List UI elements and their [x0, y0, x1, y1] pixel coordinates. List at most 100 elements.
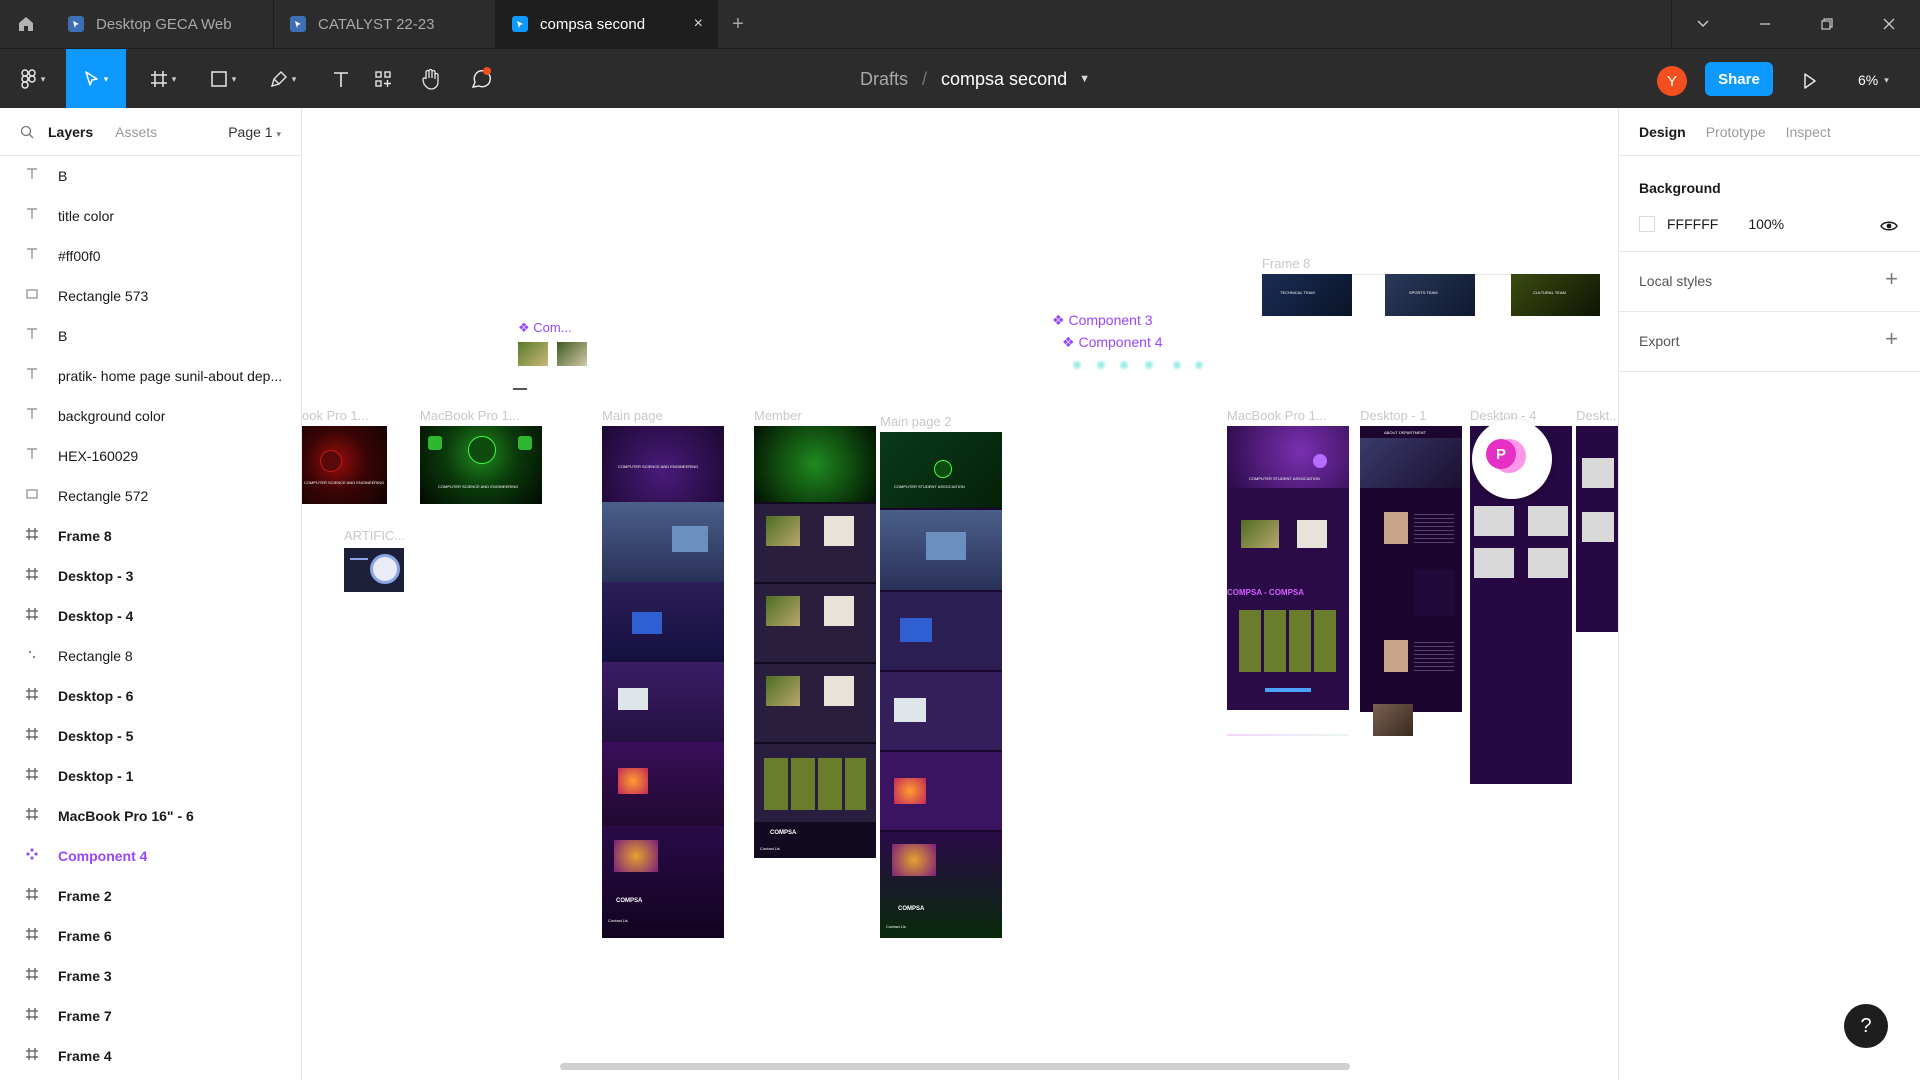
horizontal-scrollbar[interactable]	[560, 1063, 1350, 1070]
placeholder-box	[1528, 548, 1568, 578]
move-tool-button[interactable]: ▾	[66, 49, 126, 109]
close-tab-icon[interactable]: ×	[694, 15, 703, 33]
tab-desktop-geca-web[interactable]: Desktop GECA Web	[52, 0, 274, 48]
tab-layers[interactable]: Layers	[48, 124, 93, 140]
eye-icon[interactable]	[1880, 220, 1898, 232]
frame-desktop-1[interactable]: ABOUT DEPARTMENT	[1360, 426, 1462, 712]
team-card-technical[interactable]: TECHNICAL TEAM	[1262, 274, 1352, 316]
layer-row[interactable]: Component 4	[0, 836, 301, 876]
layer-name: Rectangle 573	[58, 288, 149, 304]
frame-artific[interactable]	[344, 548, 404, 592]
minimize-button[interactable]	[1734, 0, 1796, 48]
share-button[interactable]: Share	[1705, 62, 1773, 96]
layer-row[interactable]: Frame 4	[0, 1036, 301, 1076]
frame-hash-icon	[150, 71, 167, 87]
restore-button[interactable]	[1796, 0, 1858, 48]
layer-row[interactable]: Desktop - 6	[0, 676, 301, 716]
text-tool-button[interactable]	[318, 49, 364, 109]
vector-layer-icon	[24, 647, 40, 665]
layer-row[interactable]: HEX-160029	[0, 436, 301, 476]
layer-row[interactable]: B	[0, 156, 301, 196]
layer-row[interactable]: pratik- home page sunil-about dep...	[0, 356, 301, 396]
frame-member[interactable]: COMPSA Contact Us	[754, 426, 876, 858]
design-canvas[interactable]: ❖ Com... ook Pro 1... COMPUTER SCIENCE A…	[302, 108, 1618, 1080]
layer-row[interactable]: Frame 6	[0, 916, 301, 956]
frame-main-page-2[interactable]: COMPUTER STUDENT ASSOCIATION COMPSA Cont…	[880, 432, 1002, 938]
new-tab-button[interactable]: +	[718, 0, 758, 48]
help-button[interactable]: ?	[1844, 1004, 1888, 1048]
member-photo	[824, 596, 854, 626]
background-section: Background FFFFFF 100%	[1619, 156, 1920, 252]
layer-row[interactable]: background color	[0, 396, 301, 436]
layer-list: Btitle color #ff00f0 Rectangle 573 Bpratik-…	[0, 156, 301, 1076]
member-photo	[766, 596, 800, 626]
tab-inspect[interactable]: Inspect	[1786, 124, 1831, 140]
text-lines	[1414, 514, 1454, 544]
component-instance[interactable]	[518, 342, 548, 366]
comment-tool-button[interactable]	[458, 49, 504, 109]
layer-row[interactable]: Frame 2	[0, 876, 301, 916]
background-hex[interactable]: FFFFFF	[1667, 216, 1718, 232]
layer-row[interactable]: Frame 3	[0, 956, 301, 996]
team-card-sports[interactable]: SPORTS TEAM	[1385, 274, 1475, 316]
frame-macbook-red[interactable]: COMPUTER SCIENCE AND ENGINEERING	[302, 426, 387, 504]
pen-tool-button[interactable]: ▾	[260, 49, 306, 109]
frame-main-page[interactable]: COMPUTER SCIENCE AND ENGINEERING COMPSA …	[602, 426, 724, 938]
tab-catalyst[interactable]: CATALYST 22-23	[274, 0, 496, 48]
group-photo	[926, 532, 966, 560]
frame-layer-icon	[24, 1007, 40, 1025]
layer-row[interactable]: Desktop - 4	[0, 596, 301, 636]
add-export-icon[interactable]: +	[1885, 326, 1898, 352]
file-name[interactable]: compsa second	[941, 69, 1067, 90]
section-technical	[880, 592, 1002, 670]
rectangle-layer-icon	[24, 487, 40, 505]
text-lines	[1414, 642, 1454, 672]
floating-photo[interactable]	[1373, 704, 1413, 736]
close-window-button[interactable]	[1858, 0, 1920, 48]
layer-row[interactable]: Desktop - 5	[0, 716, 301, 756]
mini-title: COMPUTER SCIENCE AND ENGINEERING	[304, 480, 385, 485]
frame-macbook-green[interactable]: COMPUTER SCIENCE AND ENGINEERING	[420, 426, 542, 504]
tab-compsa-second[interactable]: compsa second ×	[496, 0, 718, 48]
layer-row[interactable]: Frame 8	[0, 516, 301, 556]
team-card-cultural[interactable]: CULTURAL TEAM	[1511, 274, 1600, 316]
tab-prototype[interactable]: Prototype	[1706, 124, 1766, 140]
present-button[interactable]	[1795, 66, 1825, 96]
layer-row[interactable]: Desktop - 1	[0, 756, 301, 796]
page-selector[interactable]: Page 1 ▾	[228, 124, 281, 140]
frame-macbook-purple[interactable]: COMPUTER STUDENT ASSOCIATION COMPSA - CO…	[1227, 426, 1349, 710]
search-icon[interactable]	[20, 125, 34, 139]
main-menu-button[interactable]: ▾	[10, 49, 56, 109]
tab-assets[interactable]: Assets	[115, 124, 157, 140]
layer-row[interactable]: Frame 7	[0, 996, 301, 1036]
layer-row[interactable]: #ff00f0	[0, 236, 301, 276]
component-4-label[interactable]: ❖ Component 4	[1062, 334, 1163, 351]
chevron-down-icon[interactable]: ▼	[1079, 73, 1090, 85]
layer-row[interactable]: Rectangle 8	[0, 636, 301, 676]
user-avatar[interactable]: Y	[1657, 66, 1687, 96]
component-instance[interactable]	[557, 342, 587, 366]
shape-tool-button[interactable]: ▾	[200, 49, 246, 109]
tech-image	[900, 618, 932, 642]
zoom-control[interactable]: 6% ▾	[1858, 67, 1889, 93]
tab-design[interactable]: Design	[1639, 124, 1686, 140]
layer-row[interactable]: B	[0, 316, 301, 356]
frame-tool-button[interactable]: ▾	[140, 49, 186, 109]
background-opacity[interactable]: 100%	[1748, 216, 1784, 232]
resources-tool-button[interactable]	[360, 49, 406, 109]
layer-row[interactable]: MacBook Pro 16" - 6	[0, 796, 301, 836]
home-button[interactable]	[0, 0, 52, 48]
component-3-label[interactable]: ❖ Component 3	[1052, 312, 1153, 329]
breadcrumb-drafts[interactable]: Drafts	[860, 69, 908, 90]
color-swatch[interactable]	[1639, 216, 1655, 232]
tabs-dropdown-button[interactable]	[1672, 0, 1734, 48]
frame-desktop-cut[interactable]	[1576, 426, 1618, 632]
mini-button	[1265, 688, 1311, 692]
hand-tool-button[interactable]	[408, 49, 454, 109]
member-photo	[824, 516, 854, 546]
layer-row[interactable]: title color	[0, 196, 301, 236]
layer-row[interactable]: Rectangle 572	[0, 476, 301, 516]
layer-row[interactable]: Desktop - 3	[0, 556, 301, 596]
add-style-icon[interactable]: +	[1885, 266, 1898, 292]
layer-row[interactable]: Rectangle 573	[0, 276, 301, 316]
